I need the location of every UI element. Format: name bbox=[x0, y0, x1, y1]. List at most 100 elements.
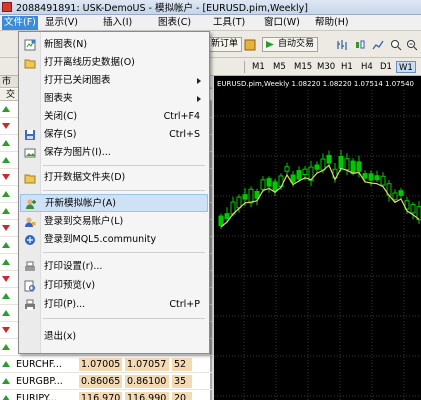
up-arrow-icon bbox=[2, 140, 10, 146]
spread-cell: 35 bbox=[172, 375, 192, 388]
timeframe-w1[interactable]: W1 bbox=[396, 61, 416, 73]
menu-item-reopen-closed-chart[interactable]: 打开已关闭图表 bbox=[20, 72, 208, 90]
menu-item-label: 保存为图片(I)... bbox=[44, 147, 111, 158]
menu-item-open-data-folder[interactable]: 打开数据文件夹(D) bbox=[20, 169, 208, 187]
up-arrow-icon bbox=[2, 157, 10, 163]
menu-item-print-setup[interactable]: 打印设置(r)... bbox=[20, 258, 208, 276]
candlestick-icon[interactable] bbox=[354, 39, 366, 51]
menu-window[interactable]: 窗口(W) bbox=[262, 17, 302, 29]
menu-item-label: 打开离线历史数据(O) bbox=[44, 57, 135, 68]
menu-separator bbox=[43, 165, 205, 166]
metaeditor-icon[interactable] bbox=[244, 39, 256, 51]
bid-cell: 116.970 bbox=[79, 392, 122, 400]
menu-separator bbox=[43, 252, 205, 253]
candle-body bbox=[362, 173, 368, 179]
zoom-out-icon[interactable] bbox=[406, 39, 418, 51]
ask-cell: 0.86100 bbox=[125, 375, 169, 388]
timeframe-h4[interactable]: H4 bbox=[359, 61, 375, 73]
symbol-cell: EURGBP... bbox=[16, 376, 63, 387]
menu-help[interactable]: 帮助(H) bbox=[313, 17, 351, 29]
down-arrow-icon bbox=[2, 174, 10, 180]
up-arrow-icon bbox=[2, 361, 10, 367]
menu-item-save[interactable]: 保存(S) Ctrl+S bbox=[20, 126, 208, 144]
menu-item-label: 保存(S) bbox=[44, 129, 77, 140]
ask-cell: 116.990 bbox=[125, 392, 169, 400]
candle-body bbox=[248, 188, 254, 204]
candle-body bbox=[290, 174, 296, 183]
candle-body bbox=[338, 155, 344, 169]
menu-item-print-preview[interactable]: 打印预览(v) bbox=[20, 277, 208, 295]
market-watch-row-eurchf[interactable]: EURCHF... 1.07005 1.07057 52 bbox=[0, 356, 212, 373]
spread-cell: 20 bbox=[172, 392, 192, 400]
up-arrow-icon bbox=[2, 344, 10, 350]
timeframe-m15[interactable]: M15 bbox=[292, 61, 314, 73]
app-logo-icon bbox=[2, 2, 12, 12]
menu-item-print[interactable]: 打印(P)... Ctrl+P bbox=[20, 296, 208, 314]
menu-item-open-demo-account[interactable]: 开新模拟帐户(A) bbox=[20, 194, 208, 212]
candle-body bbox=[302, 168, 308, 175]
candle-body bbox=[320, 158, 326, 171]
timeframe-h1[interactable]: H1 bbox=[339, 61, 355, 73]
menu-separator bbox=[43, 318, 205, 319]
candle-body bbox=[242, 194, 248, 200]
menu-item-exit[interactable]: 退出(x) bbox=[20, 328, 208, 346]
candle-body bbox=[254, 190, 260, 199]
candle-body bbox=[284, 166, 290, 172]
autotrading-button[interactable]: 自动交易 bbox=[262, 37, 319, 52]
autotrading-label: 自动交易 bbox=[278, 39, 315, 49]
submenu-arrow-icon bbox=[197, 78, 201, 84]
chart-canvas bbox=[214, 90, 421, 400]
menu-item-label: 登录到交易账户(L) bbox=[44, 216, 124, 227]
timeframe-m1[interactable]: M1 bbox=[250, 61, 267, 73]
menu-item-label: 打印设置(r)... bbox=[44, 261, 103, 272]
symbol-cell: EURJPY... bbox=[16, 393, 57, 400]
up-arrow-icon bbox=[2, 191, 10, 197]
spread-cell: 52 bbox=[172, 358, 192, 371]
up-arrow-icon bbox=[2, 106, 10, 112]
menu-item-label: 打印预览(v) bbox=[44, 280, 96, 291]
menu-item-label: 关闭(C) bbox=[44, 111, 78, 122]
menu-item-open-offline[interactable]: 打开离线历史数据(O) bbox=[20, 54, 208, 72]
up-arrow-icon bbox=[2, 293, 10, 299]
timeframe-d1[interactable]: D1 bbox=[378, 61, 394, 73]
down-arrow-icon bbox=[2, 276, 10, 282]
menu-file[interactable]: 文件(F) bbox=[2, 16, 38, 30]
save-icon bbox=[25, 130, 35, 140]
bar-chart-icon[interactable] bbox=[336, 39, 348, 51]
menu-item-label: 登录到MQL5.community bbox=[44, 234, 157, 245]
price-chart[interactable]: EURUSD.pim,Weekly 1.08220 1.08220 1.0751… bbox=[214, 76, 421, 400]
menu-item-label: 打开数据文件夹(D) bbox=[44, 172, 126, 183]
up-arrow-icon bbox=[2, 378, 10, 384]
menu-item-label: 开新模拟帐户(A) bbox=[45, 198, 116, 209]
candle-body bbox=[410, 204, 416, 214]
menu-tools[interactable]: 工具(T) bbox=[211, 17, 247, 29]
menu-item-close[interactable]: 关闭(C) Ctrl+F4 bbox=[20, 108, 208, 126]
menu-item-label: 新图表(N) bbox=[44, 39, 88, 50]
menu-item-save-picture[interactable]: 保存为图片(I)... bbox=[20, 144, 208, 162]
bid-cell: 1.07005 bbox=[79, 358, 122, 371]
timeframe-m5[interactable]: M5 bbox=[271, 61, 288, 73]
candle-body bbox=[326, 154, 332, 164]
menu-view[interactable]: 显示(V) bbox=[43, 17, 80, 29]
new-order-label: 新订单 bbox=[211, 39, 239, 49]
menu-item-profiles[interactable]: 图表夹 bbox=[20, 90, 208, 108]
menu-separator bbox=[43, 190, 205, 191]
menu-item-shortcut: Ctrl+S bbox=[169, 129, 200, 140]
candle-body bbox=[236, 196, 242, 209]
up-arrow-icon bbox=[2, 310, 10, 316]
menu-charts[interactable]: 图表(C) bbox=[156, 17, 193, 29]
menu-insert[interactable]: 插入(I) bbox=[101, 17, 134, 29]
timeframe-m30[interactable]: M30 bbox=[315, 61, 337, 73]
candle-body bbox=[260, 179, 266, 190]
line-chart-icon[interactable] bbox=[372, 39, 384, 51]
menu-item-label: 图表夹 bbox=[44, 93, 73, 104]
candle-body bbox=[296, 170, 302, 180]
market-watch-row-eurjpy[interactable]: EURJPY... 116.970 116.990 20 bbox=[0, 390, 212, 400]
submenu-arrow-icon bbox=[197, 96, 201, 102]
market-watch-row-eurgbp[interactable]: EURGBP... 0.86065 0.86100 35 bbox=[0, 373, 212, 390]
window-title: 2088491891: USK-DemoUS - 模拟帐户 - [EURUSD.… bbox=[16, 3, 308, 14]
zoom-in-icon[interactable] bbox=[390, 39, 402, 51]
menu-item-new-chart[interactable]: 新图表(N) bbox=[20, 36, 208, 54]
menu-item-login-trade-account[interactable]: 登录到交易账户(L) bbox=[20, 213, 208, 231]
menu-item-login-mql5[interactable]: 登录到MQL5.community bbox=[20, 231, 208, 249]
